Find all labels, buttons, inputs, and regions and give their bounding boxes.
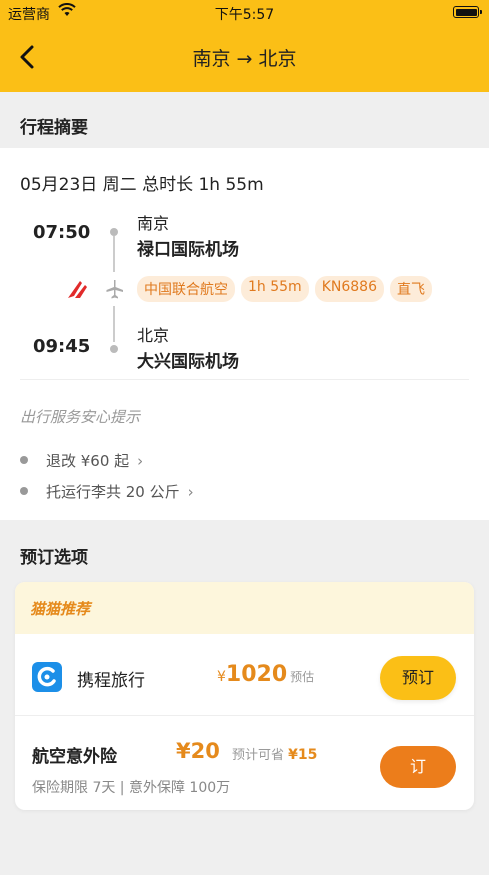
- ctrip-logo-icon: [32, 662, 62, 692]
- agency-price: ¥1020 预估: [217, 662, 314, 687]
- insurance-savings: 预计可省 ¥15: [232, 744, 317, 763]
- divider: [20, 379, 469, 380]
- airline-logo-icon: [68, 281, 87, 298]
- bullet-icon: [20, 486, 28, 495]
- booking-section-title: 预订选项: [20, 548, 88, 568]
- chevron-right-icon: ›: [137, 452, 144, 470]
- refund-change-link[interactable]: 退改 ¥60 起 ›: [20, 450, 143, 471]
- clock: 下午5:57: [214, 7, 275, 23]
- departure-airport: 禄口国际机场: [137, 240, 239, 260]
- bullet-icon: [20, 455, 28, 464]
- direct-tag: 直飞: [389, 276, 432, 302]
- insurance-order-button[interactable]: 订: [380, 746, 456, 788]
- refund-change-text: 退改 ¥60 起: [46, 452, 130, 470]
- summary-section-title: 行程摘要: [20, 118, 88, 138]
- insurance-name: 航空意外险: [32, 747, 117, 767]
- route-line: [113, 236, 115, 272]
- book-button[interactable]: 预订: [380, 656, 456, 700]
- page-title: 南京 → 北京: [192, 48, 297, 70]
- arrival-city: 北京: [137, 326, 170, 345]
- trip-date-duration: 05月23日 周二 总时长 1h 55m: [20, 175, 264, 195]
- departure-city: 南京: [137, 214, 170, 233]
- savings-amount: ¥15: [288, 747, 318, 763]
- service-tips-title: 出行服务安心提示: [20, 408, 141, 426]
- baggage-link[interactable]: 托运行李共 20 公斤 ›: [20, 481, 194, 502]
- insurance-price: ¥20: [176, 739, 220, 763]
- flight-tags: 中国联合航空 1h 55m KN6886 直飞: [137, 276, 432, 302]
- airline-tag: 中国联合航空: [137, 276, 235, 302]
- trip-summary-card: 05月23日 周二 总时长 1h 55m 07:50 南京 禄口国际机场 中国联…: [0, 148, 489, 520]
- battery-icon: [453, 6, 482, 18]
- plane-icon: [106, 280, 123, 299]
- duration-tag: 1h 55m: [241, 276, 309, 302]
- recommend-header: 猫猫推荐: [15, 582, 474, 634]
- status-bar: 运营商 下午5:57: [0, 0, 489, 26]
- price-amount: 1020: [225, 662, 288, 687]
- agency-name: 携程旅行: [77, 671, 145, 691]
- divider: [15, 715, 474, 716]
- booking-options-card: 猫猫推荐 携程旅行 ¥1020 预估 预订 航空意外险 ¥20 预计可省 ¥15 …: [15, 582, 474, 810]
- baggage-text: 托运行李共 20 公斤: [46, 483, 180, 501]
- price-note: 预估: [290, 670, 315, 684]
- departure-dot: [110, 228, 118, 236]
- chevron-right-icon: ›: [187, 483, 194, 501]
- flight-number-tag: KN6886: [314, 276, 384, 302]
- arrival-airport: 大兴国际机场: [137, 352, 239, 372]
- route-line: [113, 306, 115, 342]
- currency-symbol: ¥: [217, 669, 226, 685]
- recommend-label: 猫猫推荐: [30, 600, 91, 618]
- savings-label: 预计可省: [232, 748, 285, 763]
- app-header: 运营商 下午5:57 南京 → 北京: [0, 0, 489, 92]
- arrival-dot: [110, 345, 118, 353]
- arrival-time: 09:45: [33, 336, 91, 357]
- insurance-description: 保险期限 7天 | 意外保障 100万: [32, 780, 231, 796]
- departure-time: 07:50: [33, 222, 91, 243]
